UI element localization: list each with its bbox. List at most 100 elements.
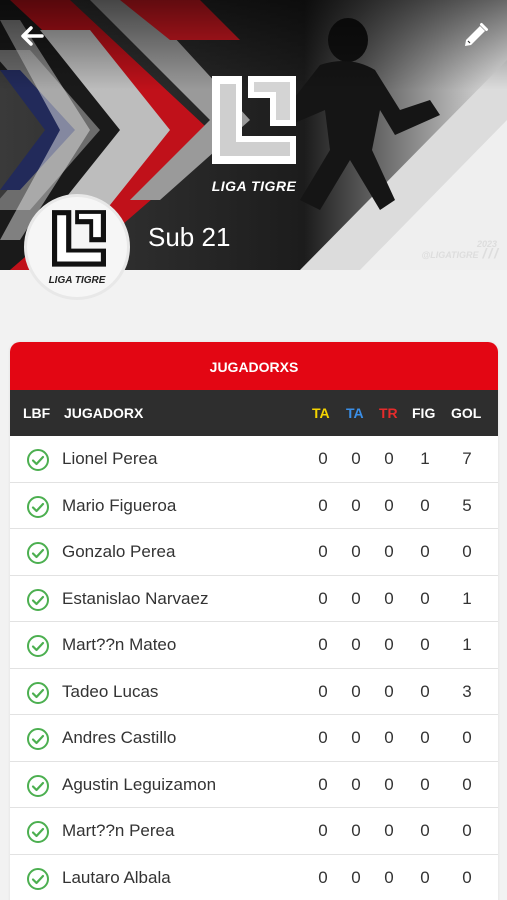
yellow-cards-value: 0 (318, 867, 328, 887)
blue-cards-value: 0 (351, 495, 361, 515)
player-name: Mart??n Mateo (62, 635, 177, 654)
player-name: Agustin Leguizamon (62, 774, 217, 794)
edit-button[interactable] (459, 20, 491, 52)
yellow-cards-value: 0 (318, 728, 328, 747)
player-row[interactable]: Agustin Leguizamon 0 0 0 0 0 (10, 762, 498, 808)
goals-value: 1 (462, 588, 472, 608)
check-circle-icon (27, 449, 49, 471)
col-fig: FIG (412, 405, 436, 421)
table-header: LBF JUGADORX TA TA TR FIG GOL (10, 390, 498, 436)
pencil-icon (465, 23, 488, 46)
player-row[interactable]: Andres Castillo 0 0 0 0 0 (10, 715, 498, 762)
liga-tigre-logo (52, 210, 106, 267)
watermark: 2023 @LIGATIGRE / / / (421, 239, 498, 261)
red-cards-value: 0 (384, 681, 394, 701)
player-name: Lionel Perea (62, 449, 158, 468)
player-row[interactable]: Estanislao Narvaez 0 0 0 0 1 (10, 576, 498, 622)
player-name: Gonzalo Perea (62, 542, 176, 561)
red-cards-value: 0 (384, 728, 394, 747)
check-circle-icon (27, 495, 49, 518)
goals-value: 0 (462, 821, 472, 840)
yellow-cards-value: 0 (318, 774, 328, 794)
yellow-cards-value: 0 (318, 681, 328, 701)
banner-logo-text: LIGA TIGRE (211, 178, 297, 194)
red-cards-value: 0 (384, 635, 394, 654)
back-button[interactable] (16, 20, 48, 52)
watermark-handle: @LIGATIGRE (421, 250, 479, 260)
card-title: JUGADORXS (10, 342, 498, 390)
avatar-logo-text: LIGA TIGRE (48, 275, 106, 286)
fig-value: 0 (420, 867, 430, 887)
player-name: Tadeo Lucas (62, 681, 159, 701)
player-name: Mario Figueroa (62, 495, 177, 515)
goals-value: 0 (462, 867, 472, 887)
fig-value: 0 (420, 821, 430, 840)
red-cards-value: 0 (384, 542, 394, 561)
blue-cards-value: 0 (351, 635, 361, 654)
players-card: JUGADORXS LBF JUGADORX TA TA TR FIG GOL … (10, 342, 498, 900)
red-cards-value: 0 (384, 774, 394, 794)
blue-cards-value: 0 (351, 588, 361, 608)
yellow-cards-value: 0 (318, 542, 328, 561)
yellow-cards-value: 0 (318, 449, 328, 468)
goals-value: 0 (462, 774, 472, 794)
check-circle-icon (27, 728, 49, 750)
yellow-cards-value: 0 (318, 821, 328, 840)
player-name: Lautaro Albala (62, 867, 171, 887)
check-circle-icon (27, 635, 49, 657)
red-cards-value: 0 (384, 867, 394, 887)
fig-value: 1 (420, 449, 430, 468)
col-blue-card: TA (346, 405, 364, 421)
blue-cards-value: 0 (351, 542, 361, 561)
goals-value: 1 (462, 635, 472, 654)
players-list: Lionel Perea 0 0 0 1 7 Mario Figueroa 0 … (10, 436, 498, 900)
player-name: Mart??n Perea (62, 821, 175, 840)
fig-value: 0 (420, 681, 430, 701)
fig-value: 0 (420, 542, 430, 561)
red-cards-value: 0 (384, 821, 394, 840)
yellow-cards-value: 0 (318, 588, 328, 608)
check-circle-icon (27, 821, 49, 843)
player-name: Andres Castillo (62, 728, 177, 747)
red-cards-value: 0 (384, 449, 394, 468)
player-row[interactable]: Mart??n Perea 0 0 0 0 0 (10, 808, 498, 855)
player-row[interactable]: Mario Figueroa 0 0 0 0 5 (10, 483, 498, 529)
blue-cards-value: 0 (351, 867, 361, 887)
red-cards-value: 0 (384, 588, 394, 608)
fig-value: 0 (420, 495, 430, 515)
goals-value: 7 (462, 449, 472, 468)
fig-value: 0 (420, 774, 430, 794)
check-circle-icon (27, 588, 49, 611)
team-avatar: LIGA TIGRE (24, 194, 130, 300)
player-row[interactable]: Tadeo Lucas 0 0 0 0 3 (10, 669, 498, 715)
goals-value: 0 (462, 542, 472, 561)
yellow-cards-value: 0 (318, 635, 328, 654)
goals-value: 5 (462, 495, 472, 515)
blue-cards-value: 0 (351, 449, 361, 468)
yellow-cards-value: 0 (318, 495, 328, 515)
liga-tigre-logo (212, 76, 296, 164)
team-name: Sub 21 (148, 222, 231, 252)
red-cards-value: 0 (384, 495, 394, 515)
blue-cards-value: 0 (351, 681, 361, 701)
col-gol: GOL (451, 405, 482, 421)
blue-cards-value: 0 (351, 774, 361, 794)
arrow-left-icon (21, 26, 44, 46)
player-row[interactable]: Lionel Perea 0 0 0 1 7 (10, 436, 498, 483)
col-player: JUGADORX (64, 405, 144, 421)
player-row[interactable]: Lautaro Albala 0 0 0 0 0 (10, 855, 498, 900)
blue-cards-value: 0 (351, 728, 361, 747)
player-row[interactable]: Gonzalo Perea 0 0 0 0 0 (10, 529, 498, 576)
player-row[interactable]: Mart??n Mateo 0 0 0 0 1 (10, 622, 498, 669)
col-red-card: TR (379, 405, 398, 421)
col-lbf: LBF (23, 405, 51, 421)
check-circle-icon (27, 681, 49, 704)
goals-value: 0 (462, 728, 472, 747)
fig-value: 0 (420, 588, 430, 608)
check-circle-icon (27, 867, 49, 890)
fig-value: 0 (420, 728, 430, 747)
fig-value: 0 (420, 635, 430, 654)
goals-value: 3 (462, 681, 472, 701)
col-yellow-card: TA (312, 405, 330, 421)
check-circle-icon (27, 774, 49, 797)
